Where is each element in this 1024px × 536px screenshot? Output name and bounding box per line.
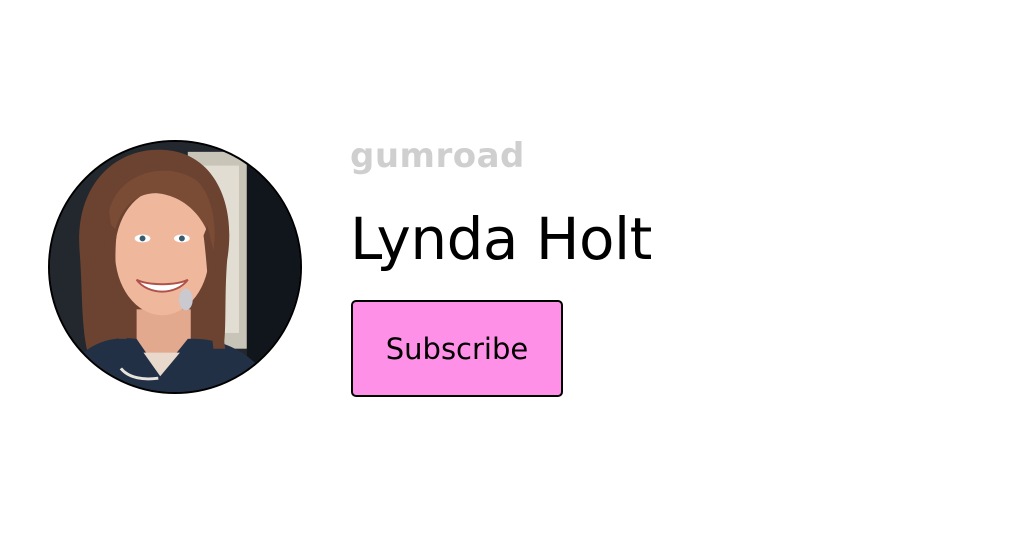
profile-photo	[50, 142, 300, 392]
profile-card: GUMROAD Lynda Holt Subscribe	[0, 0, 1024, 536]
creator-name: Lynda Holt	[350, 205, 652, 273]
avatar	[48, 140, 302, 394]
subscribe-button[interactable]: Subscribe	[351, 300, 563, 397]
gumroad-logo: GUMROAD	[350, 136, 525, 176]
